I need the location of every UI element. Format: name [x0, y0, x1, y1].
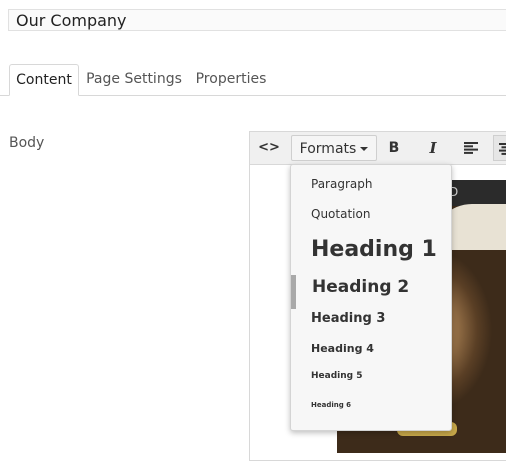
bold-icon: B	[389, 140, 400, 156]
format-option-label: Quotation	[311, 207, 370, 221]
format-option-heading-4[interactable]: Heading 4	[291, 342, 451, 360]
caret-down-icon	[360, 147, 368, 151]
format-option-heading-1[interactable]: Heading 1	[291, 237, 451, 267]
tab-properties[interactable]: Properties	[190, 64, 272, 95]
source-code-icon: <>	[258, 140, 280, 155]
page-title-value: Our Company	[16, 11, 127, 30]
tab-properties-label: Properties	[196, 71, 267, 87]
formats-dropdown-button[interactable]: Formats	[291, 135, 377, 161]
italic-icon: I	[429, 139, 436, 157]
align-left-icon	[464, 142, 478, 154]
format-option-heading-6[interactable]: Heading 6	[291, 401, 451, 415]
tab-bar: Content Page Settings Properties	[0, 64, 506, 96]
align-left-button[interactable]	[458, 135, 484, 161]
source-code-button[interactable]: <>	[256, 135, 282, 161]
format-option-heading-3[interactable]: Heading 3	[291, 311, 451, 331]
format-option-label: Heading 4	[311, 342, 374, 355]
tab-page-settings[interactable]: Page Settings	[84, 64, 184, 95]
italic-button[interactable]: I	[420, 135, 446, 161]
tab-content-label: Content	[16, 72, 72, 88]
format-option-label: Heading 6	[311, 401, 351, 409]
format-option-heading-5[interactable]: Heading 5	[291, 371, 451, 387]
format-option-label: Paragraph	[311, 177, 372, 191]
formats-label: Formats	[300, 141, 357, 157]
format-option-paragraph[interactable]: Paragraph	[291, 177, 451, 195]
format-option-label: Heading 2	[312, 277, 409, 297]
format-option-heading-2[interactable]: Heading 2	[291, 277, 451, 301]
bold-button[interactable]: B	[381, 135, 407, 161]
page-title-input[interactable]: Our Company	[8, 9, 506, 31]
formats-menu: Paragraph Quotation Heading 1 Heading 2 …	[290, 164, 452, 431]
format-option-label: Heading 3	[311, 311, 385, 326]
format-option-quotation[interactable]: Quotation	[291, 207, 451, 225]
format-option-label: Heading 1	[311, 237, 437, 262]
align-center-icon	[499, 143, 506, 155]
body-label: Body	[9, 135, 44, 151]
tab-page-settings-label: Page Settings	[86, 71, 182, 87]
editor-toolbar: <> Formats B I	[250, 132, 506, 165]
format-option-label: Heading 5	[311, 371, 362, 381]
align-center-button[interactable]	[493, 135, 506, 161]
tab-content[interactable]: Content	[9, 64, 79, 96]
